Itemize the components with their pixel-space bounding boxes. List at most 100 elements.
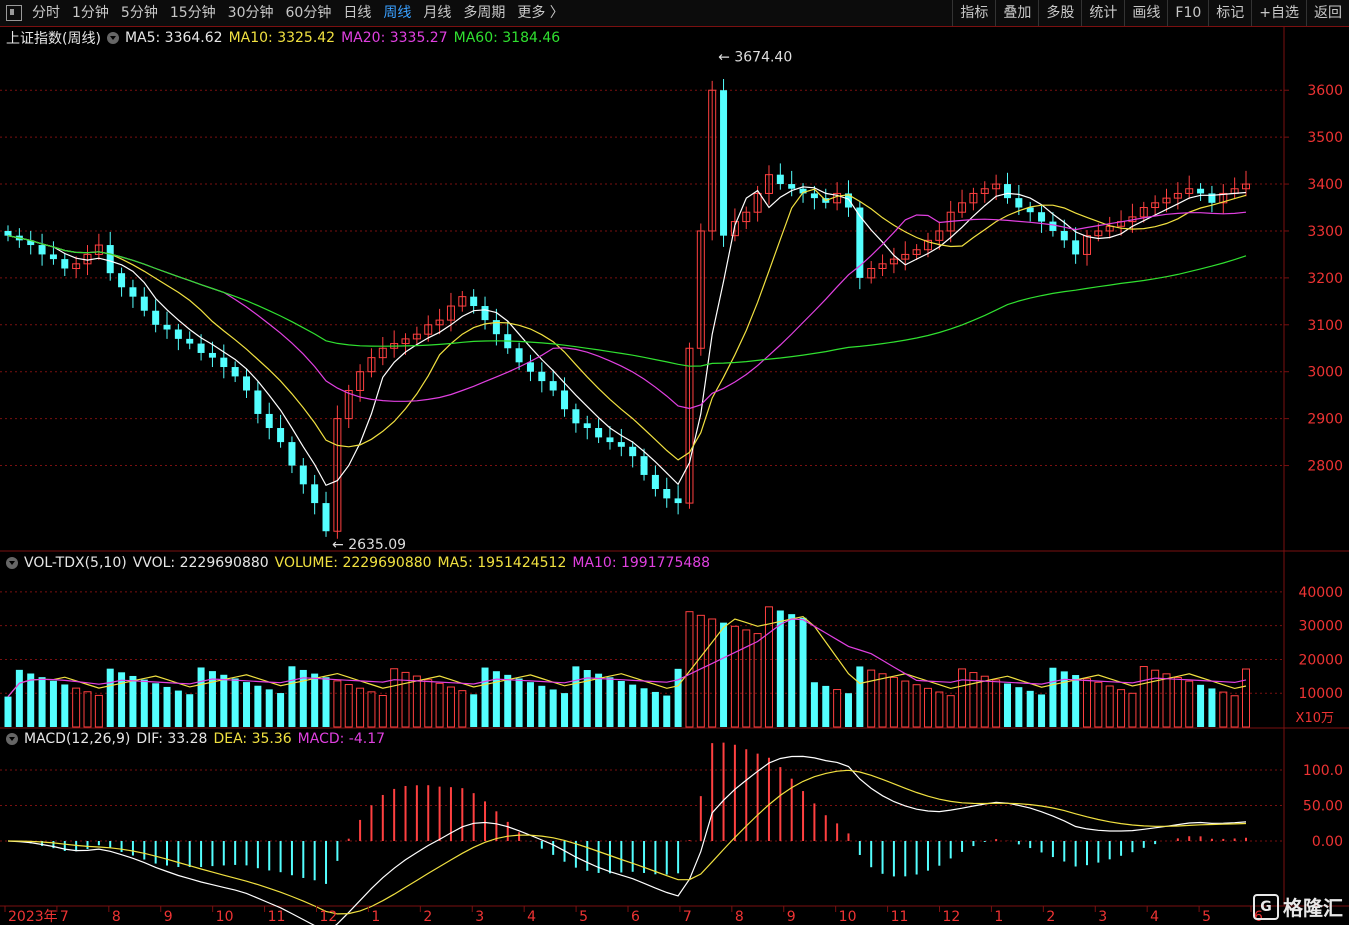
candle-down	[1208, 193, 1216, 203]
chart-title: 上证指数(周线)	[6, 31, 101, 47]
volume-bar-down	[526, 682, 534, 727]
candle-up	[708, 89, 717, 232]
period-tab[interactable]: 多周期	[457, 0, 511, 26]
period-tab[interactable]: 15分钟	[164, 0, 222, 26]
candle-down	[572, 409, 580, 424]
candle-down	[788, 184, 796, 189]
candle-up	[1139, 207, 1148, 218]
candle-up	[356, 371, 365, 391]
volume-bar-down	[254, 685, 262, 727]
candle-up	[1242, 183, 1250, 190]
price-tick-label: 2800	[1307, 459, 1343, 475]
candle-down	[299, 465, 307, 485]
volume-bar-up	[412, 675, 421, 728]
x-tick-label: 4	[527, 909, 536, 925]
candle-down	[322, 503, 330, 532]
period-tab[interactable]: 月线	[417, 0, 457, 26]
macd-value-label: MACD: -4.17	[297, 731, 386, 747]
period-tab[interactable]: 5分钟	[115, 0, 164, 26]
candle-down	[640, 456, 648, 475]
toolbar-button[interactable]: 画线	[1124, 0, 1167, 26]
volume-bar-up	[696, 614, 705, 728]
toolbar-button[interactable]: 叠加	[995, 0, 1038, 26]
toolbar-button[interactable]: 统计	[1081, 0, 1124, 26]
candle-up	[878, 263, 887, 270]
candle-down	[174, 329, 182, 339]
x-tick-label: 3	[1098, 909, 1107, 925]
x-tick-label: 12	[943, 909, 961, 925]
volume-bar-up	[980, 675, 989, 728]
candle-up	[390, 343, 399, 349]
macd-panel-header: MACD(12,26,9) DIF: 33.28 DEA: 35.36 MACD…	[6, 731, 385, 747]
period-tab[interactable]: 60分钟	[280, 0, 338, 26]
x-tick-label: 7	[683, 909, 692, 925]
volume-bar-up	[935, 691, 944, 728]
ma5-label: MA5: 3364.62	[124, 30, 223, 46]
candle-up	[1117, 221, 1126, 227]
volume-bar-down	[538, 685, 546, 727]
candle-up	[923, 239, 932, 251]
watermark-text: 格隆汇	[1283, 896, 1343, 920]
volume-tick-label: 40000	[1298, 585, 1343, 601]
candle-down	[629, 446, 637, 457]
toolbar-button[interactable]: 标记	[1208, 0, 1251, 26]
candle-down	[720, 90, 728, 236]
candle-down	[810, 193, 818, 199]
candle-down	[1003, 184, 1011, 199]
toolbar-button[interactable]: F10	[1167, 0, 1208, 26]
period-tab[interactable]: 1分钟	[66, 0, 115, 26]
period-tab[interactable]: 30分钟	[222, 0, 280, 26]
candle-up	[1162, 197, 1171, 204]
dea-label: DEA: 35.36	[213, 731, 292, 747]
volume-bar-down	[265, 689, 273, 727]
indicator-dropdown-icon[interactable]	[6, 733, 18, 745]
ma10-label: MA10: 3325.42	[228, 30, 336, 46]
volume-bar-up	[1094, 681, 1103, 728]
candle-down	[674, 498, 682, 504]
volume-bar-down	[174, 690, 182, 727]
price-tick-label: 3200	[1307, 271, 1343, 287]
toolbar-button[interactable]: +自选	[1251, 0, 1306, 26]
x-tick-label: 10	[839, 909, 857, 925]
candle-down	[481, 306, 489, 321]
candle-up	[935, 230, 944, 241]
toolbar-button[interactable]: 多股	[1038, 0, 1081, 26]
volume-bar-up	[424, 679, 433, 728]
candle-down	[504, 334, 512, 349]
period-tab[interactable]: 分时	[26, 0, 66, 26]
candle-up	[424, 324, 433, 335]
volume-bar-down	[140, 679, 148, 727]
ma20-line	[7, 211, 1247, 410]
candle-down	[288, 442, 296, 466]
candle-up	[94, 244, 103, 255]
volume-bar-up	[901, 680, 910, 728]
kline-chart: 3600 3500 3400 3300 3200 3100 3000 2900 2800 4000…	[0, 26, 1349, 925]
candle-down	[140, 296, 148, 311]
candle-up	[980, 188, 989, 194]
period-tab[interactable]: 周线	[377, 0, 417, 26]
candle-down	[1072, 240, 1080, 255]
toolbar-button[interactable]: 返回	[1306, 0, 1349, 26]
candle-down	[186, 338, 194, 344]
volume-bar-up	[1117, 689, 1126, 728]
candle-down	[118, 273, 126, 288]
candle-down	[265, 413, 273, 429]
candle-up	[867, 268, 876, 279]
panel-toggle-icon[interactable]	[6, 5, 22, 21]
indicator-dropdown-icon[interactable]	[6, 557, 18, 569]
candle-down	[27, 240, 35, 246]
candle-down	[470, 296, 478, 307]
period-tab[interactable]: 更多 〉	[511, 0, 569, 26]
candle-up	[1094, 230, 1103, 237]
volume-bar-down	[220, 674, 228, 727]
period-tab[interactable]: 日线	[337, 0, 377, 26]
toolbar-button[interactable]: 指标	[952, 0, 995, 26]
dropdown-icon[interactable]	[106, 32, 119, 44]
volume-bar-up	[1105, 685, 1114, 728]
candle-up	[889, 258, 898, 265]
candle-up	[958, 202, 967, 213]
volume-bar-down	[844, 693, 852, 727]
candle-up	[912, 249, 921, 255]
candle-up	[742, 211, 751, 223]
volume-ma5-line	[7, 615, 1247, 697]
